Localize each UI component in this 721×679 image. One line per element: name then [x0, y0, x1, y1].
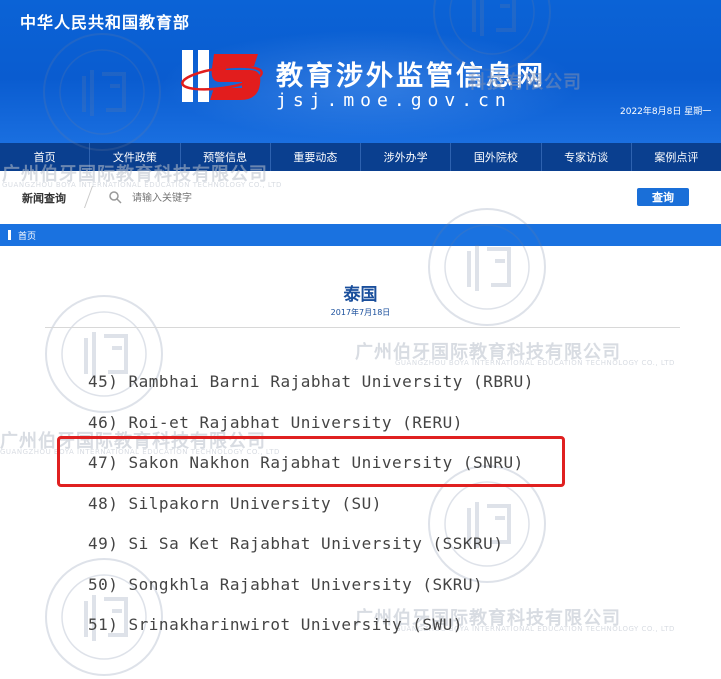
list-item: 49) Si Sa Ket Rajabhat University (SSKRU…: [88, 534, 504, 553]
list-item: 51) Srinakharinwirot University (SWU): [88, 615, 463, 634]
nav-item-news[interactable]: 重要动态: [271, 143, 361, 171]
search-icon: [109, 191, 122, 204]
list-item: 48) Silpakorn University (SU): [88, 493, 382, 513]
article-date: 2017年7月18日: [330, 308, 391, 317]
site-title: 教育涉外监管信息网: [276, 61, 546, 92]
header-date: 2022年8月8日 星期一: [620, 107, 712, 117]
nav-item-home[interactable]: 首页: [0, 143, 91, 171]
watermark-company-name: 广州伯牙国际教育科技有限公司: [355, 342, 621, 363]
site-domain: jsj.moe.gov.cn: [276, 90, 512, 111]
search-button[interactable]: 查询: [637, 188, 689, 206]
list-item: 50) Songkhla Rajabhat University (SKRU): [88, 574, 484, 594]
nav-item-policy[interactable]: 文件政策: [90, 143, 181, 171]
article-title: 泰国: [343, 285, 378, 305]
university-list: 45) Rambhai Barni Rajabhat University (R…: [88, 368, 534, 652]
highlight-annotation-box: [57, 436, 565, 487]
nav-item-alerts[interactable]: 预警信息: [181, 143, 271, 171]
search-divider: [73, 186, 94, 208]
list-item: 45) Rambhai Barni Rajabhat University (R…: [88, 372, 534, 391]
search-label: 新闻查询: [22, 192, 66, 205]
breadcrumb: 首页: [0, 224, 721, 246]
watermark-company-name-en: GUANGZHOU BOYA INTERNATIONAL EDUCATION T…: [395, 359, 675, 367]
nav-item-foreign-institutions[interactable]: 国外院校: [451, 143, 542, 171]
site-header: 中华人民共和国教育部 教育涉外监管信息网 jsj.moe.gov.cn 2022…: [0, 0, 721, 143]
breadcrumb-marker: [8, 230, 11, 240]
news-search-bar: 新闻查询 查询: [0, 180, 721, 214]
ministry-name[interactable]: 中华人民共和国教育部: [20, 9, 190, 33]
search-input[interactable]: [130, 187, 614, 209]
nav-item-foreign-schools-programs[interactable]: 涉外办学: [361, 143, 452, 171]
article-divider: [45, 327, 680, 328]
main-nav: 首页 文件政策 预警信息 重要动态 涉外办学 国外院校 专家访谈 案例点评: [0, 143, 721, 171]
nav-item-case-reviews[interactable]: 案例点评: [632, 143, 721, 171]
nav-item-interviews[interactable]: 专家访谈: [542, 143, 632, 171]
breadcrumb-home-link[interactable]: 首页: [18, 229, 36, 242]
site-logo-icon[interactable]: [180, 44, 266, 110]
